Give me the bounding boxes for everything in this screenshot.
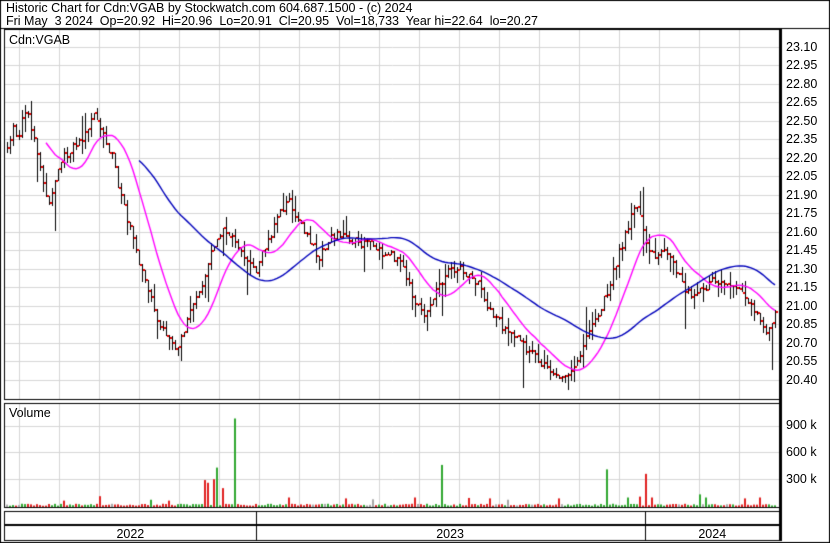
year-label: 2023	[436, 527, 465, 541]
volume-tick: 900 k	[786, 418, 817, 433]
price-tick: 22.80	[786, 76, 818, 91]
price-tick: 22.05	[786, 169, 818, 183]
volume-tick: 600 k	[786, 444, 817, 459]
price-tick: 21.75	[786, 206, 818, 220]
price-tick: 21.30	[786, 261, 818, 276]
price-tick: 21.15	[786, 280, 818, 294]
chart-canvas	[0, 0, 830, 543]
price-tick: 21.60	[786, 224, 818, 239]
year-label: 2024	[698, 527, 727, 541]
price-tick: 20.70	[786, 335, 818, 350]
volume-panel-label: Volume	[9, 406, 51, 420]
price-tick: 21.45	[786, 243, 818, 257]
price-tick: 22.95	[786, 58, 818, 72]
price-tick: 20.85	[786, 317, 818, 331]
price-tick: 22.35	[786, 132, 818, 146]
price-tick: 23.10	[786, 39, 818, 54]
price-tick: 21.90	[786, 187, 818, 202]
price-tick: 22.20	[786, 150, 818, 165]
volume-tick: 300 k	[786, 471, 817, 486]
stockwatch-historic-chart: Historic Chart for Cdn:VGAB by Stockwatc…	[0, 0, 830, 543]
year-label: 2022	[116, 527, 145, 541]
symbol-label: Cdn:VGAB	[9, 33, 71, 47]
price-tick: 22.50	[786, 113, 818, 128]
price-tick: 21.00	[786, 298, 818, 313]
price-tick: 22.65	[786, 95, 818, 109]
quote-summary-line: Fri May 3 2024 Op=20.92 Hi=20.96 Lo=20.9…	[6, 14, 539, 28]
price-tick: 20.55	[786, 354, 818, 368]
price-tick: 20.40	[786, 372, 818, 387]
